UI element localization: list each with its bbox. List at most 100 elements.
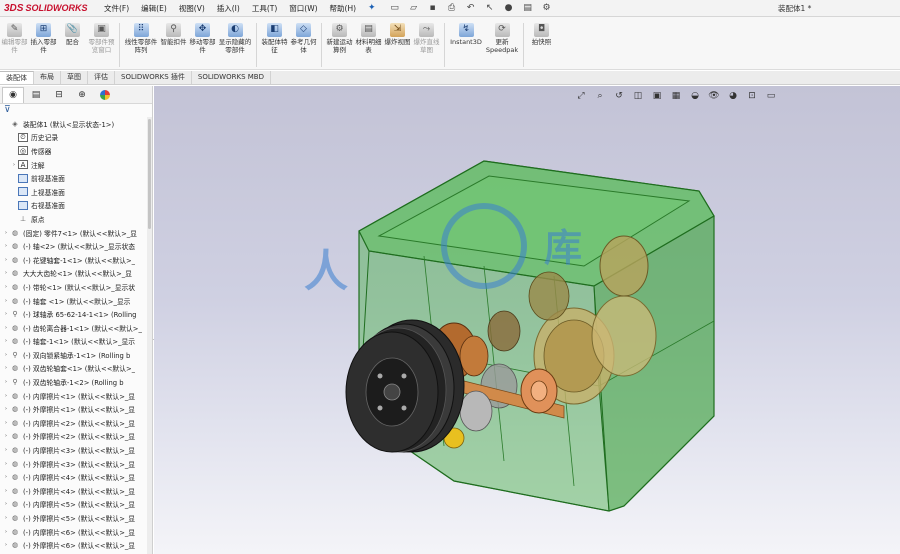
menu-tools[interactable]: 工具(T) — [246, 0, 283, 17]
tab-mbd[interactable]: SOLIDWORKS MBD — [192, 71, 271, 84]
insert-component-button[interactable]: ⊞ 插入零部件 — [29, 23, 58, 54]
reference-geometry-button[interactable]: ◇ 参考几何体 — [289, 23, 318, 54]
tree-item[interactable]: › ◍ (-) 外摩擦片<5> (默认<<默认>_显 — [0, 511, 147, 525]
open-folder-icon[interactable]: ▱ — [407, 2, 421, 14]
tree-item[interactable]: › ⚲ (-) 双向锁紧轴承-1<1> (Rolling b — [0, 348, 147, 362]
menu-insert[interactable]: 插入(I) — [211, 0, 246, 17]
save-icon[interactable]: ▪ — [426, 2, 440, 14]
update-speedpak-button[interactable]: ⟳ 更新 Speedpak — [484, 23, 520, 54]
show-hidden-components-button[interactable]: ◐ 显示隐藏的零部件 — [217, 23, 253, 54]
tree-item[interactable]: › ⚲ (-) 双齿轮轴承-1<2> (Rolling b — [0, 375, 147, 389]
tree-item[interactable]: › ◍ (-) 轴套 <1> (默认<<默认>_显示 — [0, 294, 147, 308]
expand-arrow-icon[interactable]: › — [2, 488, 10, 494]
tree-item[interactable]: › ◍ (-) 外摩擦片<6> (默认<<默认>_显 — [0, 538, 147, 552]
file-properties-icon[interactable]: ▤ — [521, 2, 535, 14]
tree-item[interactable]: › ◍ (-) 内摩擦片<6> (默认<<默认>_显 — [0, 525, 147, 539]
expand-arrow-icon[interactable]: › — [2, 298, 10, 304]
preview-window-button[interactable]: ▣ 零部件预览窗口 — [87, 23, 116, 54]
tree-item[interactable]: 右视基准面 — [0, 199, 147, 213]
rebuild-icon[interactable]: ● — [502, 2, 516, 14]
undo-icon[interactable]: ↶ — [464, 2, 478, 14]
expand-arrow-icon[interactable]: › — [2, 501, 10, 507]
tree-item[interactable]: › ◍ (-) 外摩擦片<1> (默认<<默认>_显 — [0, 402, 147, 416]
expand-arrow-icon[interactable]: › — [10, 162, 18, 168]
expand-arrow-icon[interactable]: › — [2, 284, 10, 290]
explode-line-sketch-button[interactable]: ⤳ 爆炸直线草图 — [412, 23, 441, 54]
tree-item[interactable]: ⊥ 原点 — [0, 212, 147, 226]
dimxpert-manager-tab-icon[interactable]: ⊕ — [71, 87, 93, 103]
tree-item[interactable]: › A 注解 — [0, 158, 147, 172]
expand-arrow-icon[interactable]: › — [2, 420, 10, 426]
tree-item[interactable]: › ◍ (-) 外摩擦片<2> (默认<<默认>_显 — [0, 430, 147, 444]
expand-arrow-icon[interactable]: › — [2, 325, 10, 331]
tree-item[interactable]: ⏲ 历史记录 — [0, 131, 147, 145]
tree-item[interactable]: › ◍ (-) 外摩擦片<3> (默认<<默认>_显 — [0, 457, 147, 471]
expand-arrow-icon[interactable]: › — [2, 230, 10, 236]
print-icon[interactable]: ⎙ — [445, 2, 459, 14]
tab-evaluate[interactable]: 评估 — [88, 71, 115, 84]
take-snapshot-button[interactable]: ◘ 拍快照 — [527, 23, 556, 47]
move-component-button[interactable]: ✥ 移动零部件 — [188, 23, 217, 54]
tree-item[interactable]: › ◍ (-) 内摩擦片<4> (默认<<默认>_显 — [0, 470, 147, 484]
configuration-manager-tab-icon[interactable]: ⊟ — [48, 87, 70, 103]
mate-button[interactable]: 📎 配合 — [58, 23, 87, 47]
expand-arrow-icon[interactable]: › — [2, 257, 10, 263]
tab-sketch[interactable]: 草图 — [61, 71, 88, 84]
tree-item[interactable]: ◎ 传感器 — [0, 144, 147, 158]
tree-item[interactable]: 上视基准面 — [0, 185, 147, 199]
menu-view[interactable]: 视图(V) — [173, 0, 211, 17]
tree-item[interactable]: › ◍ (-) 双齿轮轴套<1> (默认<<默认>_ — [0, 362, 147, 376]
expand-arrow-icon[interactable]: › — [2, 270, 10, 276]
display-manager-tab-icon[interactable] — [94, 87, 116, 103]
tree-item[interactable]: 前视基准面 — [0, 171, 147, 185]
solidworks-logo[interactable]: 3DS SOLIDWORKS — [0, 0, 98, 17]
expand-arrow-icon[interactable]: › — [2, 311, 10, 317]
tree-scrollbar[interactable] — [147, 117, 152, 554]
expand-arrow-icon[interactable]: › — [2, 352, 10, 358]
tree-item[interactable]: ◈ 装配体1 (默认<显示状态-1>) — [0, 117, 147, 131]
tree-item[interactable]: › ◍ (-) 轴<2> (默认<<默认>_显示状态 — [0, 239, 147, 253]
select-cursor-icon[interactable]: ↖ — [483, 2, 497, 14]
gearbox-assembly-model[interactable]: 人 库 — [154, 86, 900, 554]
tree-item[interactable]: › ◍ 大大大齿轮<1> (默认<<默认>_显 — [0, 267, 147, 281]
expand-arrow-icon[interactable]: › — [2, 393, 10, 399]
tab-assembly[interactable]: 装配体 — [0, 71, 34, 84]
expand-arrow-icon[interactable]: › — [2, 243, 10, 249]
expand-arrow-icon[interactable]: › — [2, 474, 10, 480]
expand-arrow-icon[interactable]: › — [2, 338, 10, 344]
expand-arrow-icon[interactable]: › — [2, 433, 10, 439]
tree-item[interactable]: › ◍ (-) 内摩擦片<3> (默认<<默认>_显 — [0, 443, 147, 457]
instant3d-button[interactable]: ↯ Instant3D — [448, 23, 484, 47]
tree-item[interactable]: › ◍ (-) 内摩擦片<5> (默认<<默认>_显 — [0, 498, 147, 512]
tree-item[interactable]: › ◍ (-) 内摩擦片<1> (默认<<默认>_显 — [0, 389, 147, 403]
tab-layout[interactable]: 布局 — [34, 71, 61, 84]
linear-pattern-button[interactable]: ⠿ 线性零部件阵列 — [123, 23, 159, 54]
scrollbar-thumb[interactable] — [148, 119, 151, 229]
menu-window[interactable]: 窗口(W) — [283, 0, 323, 17]
menu-help[interactable]: 帮助(H) — [324, 0, 363, 17]
edit-component-button[interactable]: ✎ 编辑零部件 — [0, 23, 29, 54]
graphics-viewport[interactable]: ⤢ ⌕ ↺ ◫ ▣ ▦ ◒ 👁 ◕ ⊡ ▭ 人 库 — [154, 86, 900, 554]
exploded-view-button[interactable]: ⇲ 爆炸视图 — [383, 23, 412, 47]
pin-icon[interactable]: ✦ — [368, 3, 376, 13]
tree-item[interactable]: › ◍ (-) 带轮<1> (默认<<默认>_显示状 — [0, 280, 147, 294]
property-manager-tab-icon[interactable]: ▤ — [25, 87, 47, 103]
expand-arrow-icon[interactable]: › — [2, 529, 10, 535]
feature-manager-tab-icon[interactable]: ◉ — [2, 86, 24, 103]
tree-item[interactable]: › ◍ (-) 齿轮离合器-1<1> (默认<<默认>_ — [0, 321, 147, 335]
menu-file[interactable]: 文件(F) — [98, 0, 135, 17]
tree-item[interactable]: › ◍ (固定) 零件7<1> (默认<<默认>_显 — [0, 226, 147, 240]
menu-edit[interactable]: 编辑(E) — [135, 0, 173, 17]
filter-icon[interactable]: ⊽ — [0, 104, 152, 117]
new-motion-study-button[interactable]: ⚙ 新建运动算例 — [325, 23, 354, 54]
tab-addins[interactable]: SOLIDWORKS 插件 — [115, 71, 192, 84]
tree-item[interactable]: › ◍ (-) 内摩擦片<2> (默认<<默认>_显 — [0, 416, 147, 430]
new-document-icon[interactable]: ▭ — [388, 2, 402, 14]
assembly-feature-button[interactable]: ◧ 装配体特征 — [260, 23, 289, 54]
options-gear-icon[interactable]: ⚙ — [540, 2, 554, 14]
smart-fastener-button[interactable]: ⚲ 智能扣件 — [159, 23, 188, 47]
tree-item[interactable]: › ◍ (-) 花键轴套-1<1> (默认<<默认>_ — [0, 253, 147, 267]
tree-item[interactable]: › ◍ (-) 轴套-1<1> (默认<<默认>_显示 — [0, 335, 147, 349]
expand-arrow-icon[interactable]: › — [2, 406, 10, 412]
tree-item[interactable]: › ⚲ (-) 球轴承 65-62-14-1<1> (Rolling — [0, 307, 147, 321]
